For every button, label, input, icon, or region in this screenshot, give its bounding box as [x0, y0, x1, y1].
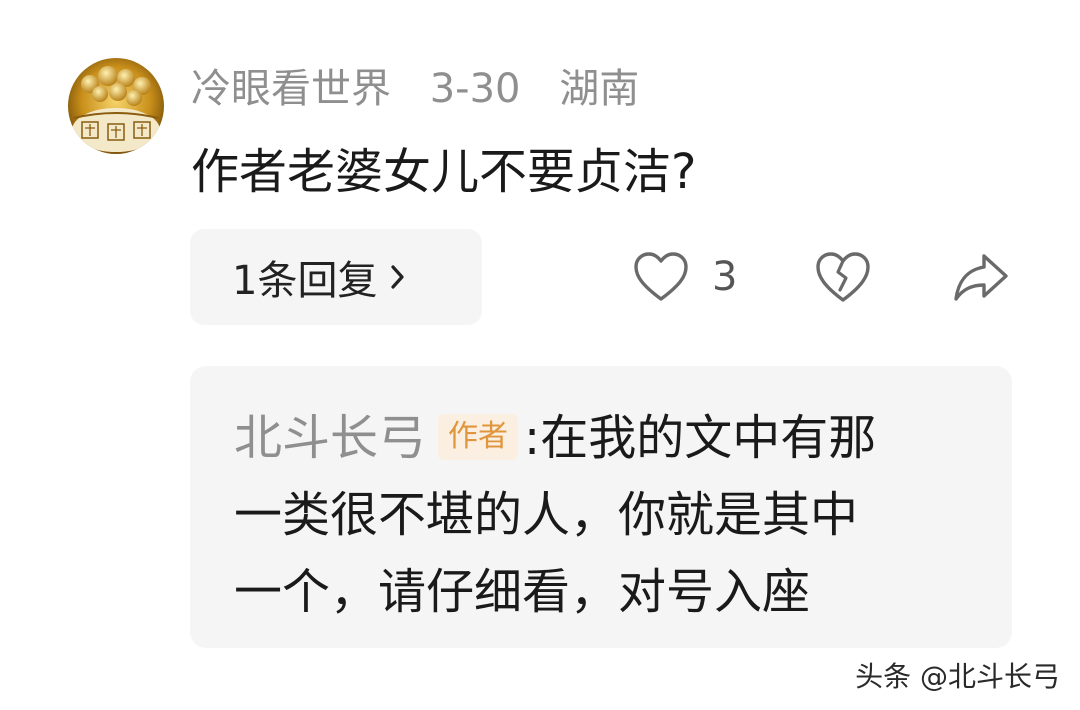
reply-card[interactable]: 北斗长弓 作者:在我的文中有那 一类很不堪的人，你就是其中 一个，请仔细看，对号入… — [190, 366, 1012, 648]
view-replies-button[interactable]: 1条回复 — [190, 229, 482, 325]
reply-text-line-1: 在我的文中有那 — [540, 410, 877, 466]
avatar[interactable] — [68, 58, 164, 154]
dislike-button[interactable] — [814, 248, 872, 306]
comment-text: 作者老婆女儿不要贞洁? — [191, 144, 697, 200]
reply-count-label: 1条回复 — [232, 258, 378, 304]
like-count: 3 — [712, 254, 738, 300]
reply-first-line: 北斗长弓 作者:在我的文中有那 — [234, 400, 968, 477]
broken-heart-icon — [816, 252, 870, 302]
comment-page: 冷眼看世界 3-30 湖南 作者老婆女儿不要贞洁? 1条回复 3 北斗长弓 作者:… — [0, 0, 1080, 710]
share-arrow-icon — [954, 254, 1008, 301]
comment-date: 3-30 — [429, 66, 521, 112]
gold-pot-avatar-icon — [68, 58, 164, 154]
share-button[interactable] — [950, 248, 1012, 306]
reply-author[interactable]: 北斗长弓 — [234, 410, 426, 466]
reply-colon: : — [524, 410, 541, 466]
chevron-right-icon — [389, 263, 407, 291]
like-button[interactable]: 3 — [632, 245, 737, 309]
watermark: 头条 @北斗长弓 — [855, 660, 1060, 693]
comment-username[interactable]: 冷眼看世界 — [191, 66, 391, 112]
reply-text-line-3: 一个，请仔细看，对号入座 — [234, 564, 811, 620]
reply-text-line-2: 一类很不堪的人，你就是其中 — [234, 487, 859, 543]
heart-outline-icon — [634, 252, 688, 301]
comment-location: 湖南 — [559, 66, 640, 112]
author-badge: 作者 — [438, 414, 519, 460]
comment-meta: 冷眼看世界 3-30 湖南 — [191, 62, 665, 116]
